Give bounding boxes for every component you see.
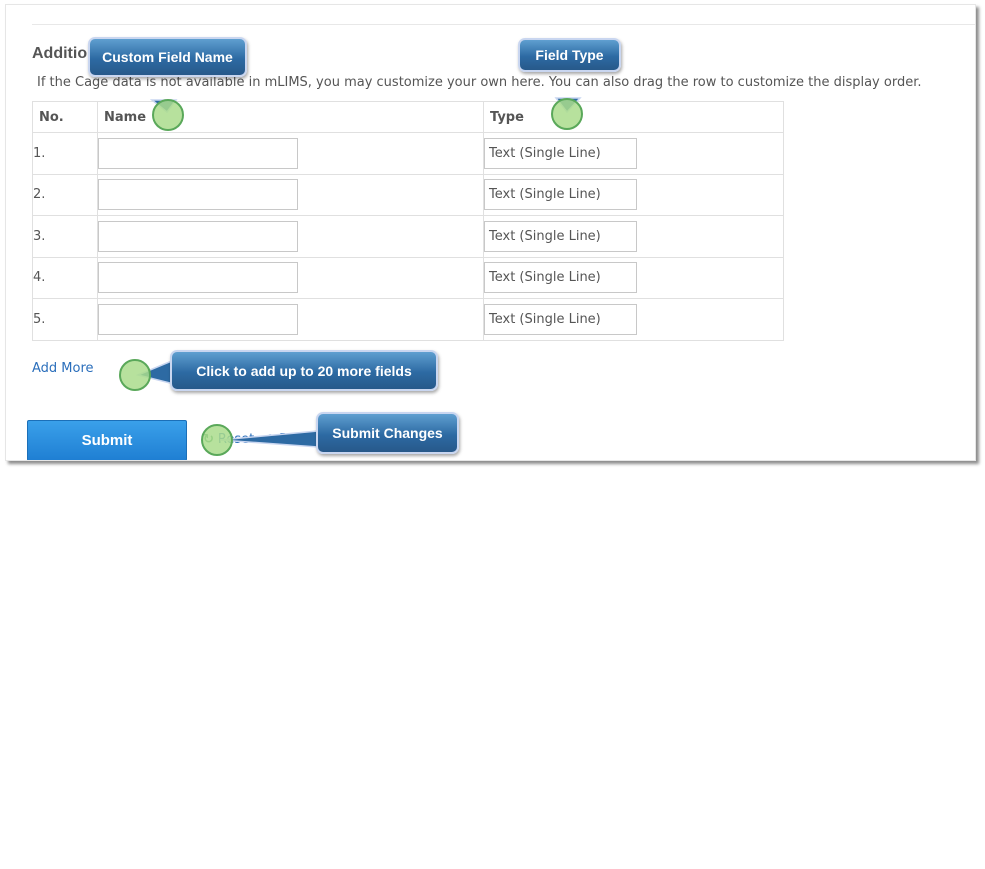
field-type-select[interactable]: Text (Single Line) xyxy=(484,303,637,335)
callout-add-more: Click to add up to 20 more fields xyxy=(170,350,438,391)
table-row[interactable]: 1. Text (Single Line) xyxy=(32,132,784,175)
row-number: 2. xyxy=(32,173,98,216)
custom-fields-table: No. Name Type 1. Text (Single Line) 2. T… xyxy=(32,101,784,341)
annotation-marker-add-more xyxy=(119,359,151,391)
field-name-input[interactable] xyxy=(98,220,298,252)
callout-submit-changes: Submit Changes xyxy=(316,412,459,454)
divider xyxy=(32,24,975,25)
field-type-select[interactable]: Text (Single Line) xyxy=(484,220,637,252)
undo-arrow-icon: ↶ xyxy=(264,432,276,447)
add-more-link[interactable]: Add More xyxy=(32,361,94,376)
table-row[interactable]: 3. Text (Single Line) xyxy=(32,215,784,258)
section-hint: If the Cage data is not available in mLI… xyxy=(37,75,922,90)
callout-field-type: Field Type xyxy=(518,38,621,72)
field-name-input[interactable] xyxy=(98,303,298,335)
field-type-select[interactable]: Text (Single Line) xyxy=(484,179,637,211)
column-header-type: Type xyxy=(483,101,784,133)
callout-custom-field-name: Custom Field Name xyxy=(88,37,247,77)
annotation-marker-type xyxy=(551,98,583,130)
field-type-select[interactable]: Text (Single Line) xyxy=(484,262,637,294)
field-name-input[interactable] xyxy=(98,179,298,211)
row-number: 4. xyxy=(32,256,98,299)
table-row[interactable]: 5. Text (Single Line) xyxy=(32,298,784,341)
field-type-select[interactable]: Text (Single Line) xyxy=(484,137,637,169)
annotation-marker-name xyxy=(152,99,184,131)
table-row[interactable]: 4. Text (Single Line) xyxy=(32,256,784,299)
column-header-no: No. xyxy=(32,101,98,133)
row-number: 3. xyxy=(32,215,98,258)
field-name-input[interactable] xyxy=(98,262,298,294)
submit-button[interactable]: Submit xyxy=(27,420,187,460)
row-number: 1. xyxy=(32,132,98,175)
field-name-input[interactable] xyxy=(98,137,298,169)
row-number: 5. xyxy=(32,298,98,341)
annotation-marker-submit xyxy=(201,424,233,456)
table-header-row: No. Name Type xyxy=(32,101,784,133)
table-row[interactable]: 2. Text (Single Line) xyxy=(32,173,784,216)
